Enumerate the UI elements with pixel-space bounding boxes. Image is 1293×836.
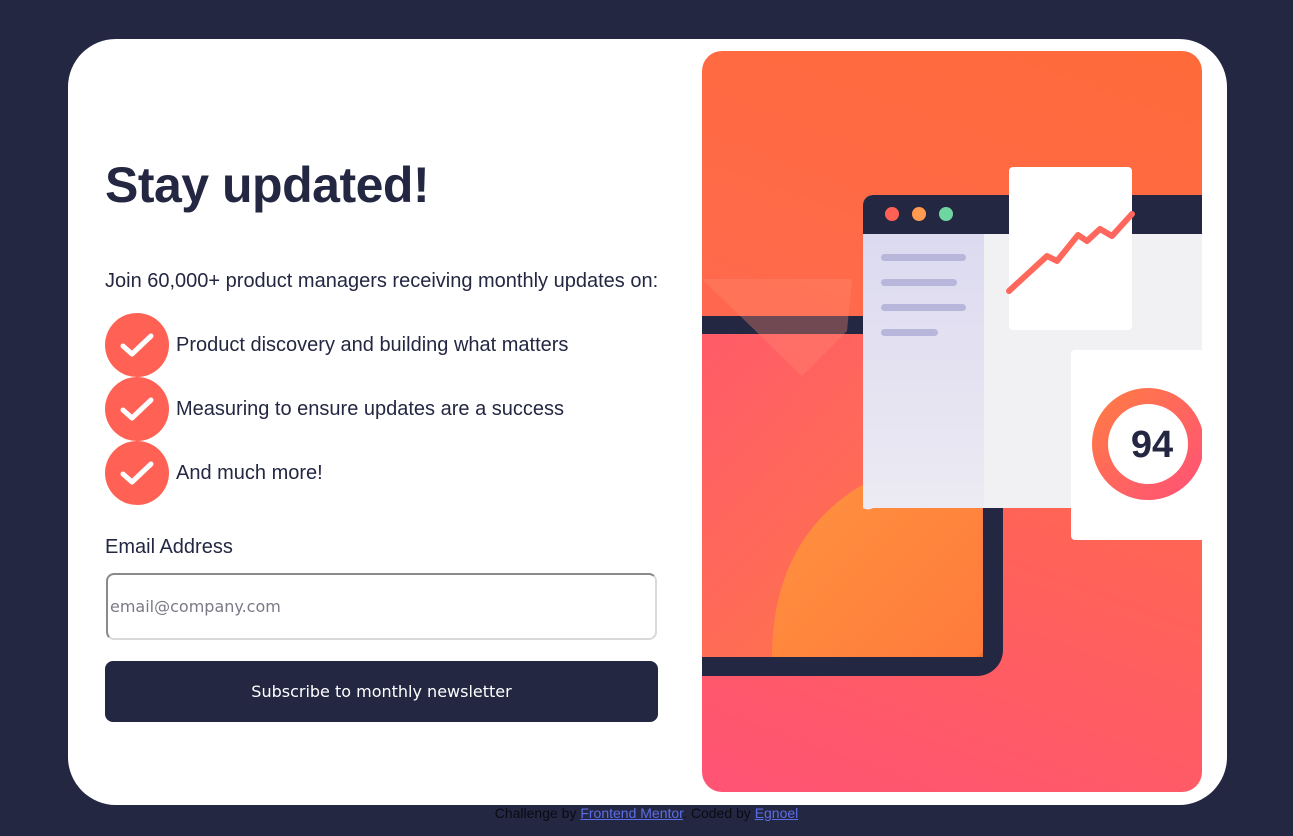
signup-card: Stay updated! Join 60,000+ product manag… [68, 39, 1227, 805]
check-icon [105, 377, 169, 441]
feature-text: Product discovery and building what matt… [176, 333, 569, 356]
feature-text: And much more! [176, 461, 323, 484]
check-icon [105, 441, 169, 505]
feature-item: And much more! [105, 441, 568, 505]
attribution: Challenge by Frontend Mentor. Coded by E… [0, 805, 1293, 821]
feature-text: Measuring to ensure updates are a succes… [176, 397, 564, 420]
attribution-prefix: Challenge by [494, 805, 577, 821]
email-label: Email Address [105, 536, 233, 558]
check-icon [105, 313, 169, 377]
intro-text: Join 60,000+ product managers receiving … [105, 270, 659, 292]
attribution-middle: . Coded by [683, 805, 751, 821]
feature-list: Product discovery and building what matt… [105, 313, 568, 505]
email-field[interactable] [106, 573, 657, 640]
score-value: 94 [1131, 424, 1173, 466]
author-link[interactable]: Egnoel [755, 805, 799, 821]
subscribe-button[interactable]: Subscribe to monthly newsletter [105, 661, 658, 722]
feature-item: Product discovery and building what matt… [105, 313, 568, 377]
frontend-mentor-link[interactable]: Frontend Mentor [580, 805, 683, 821]
page-title: Stay updated! [105, 157, 430, 213]
feature-item: Measuring to ensure updates are a succes… [105, 377, 568, 441]
illustration-image: 94 [702, 51, 1202, 792]
